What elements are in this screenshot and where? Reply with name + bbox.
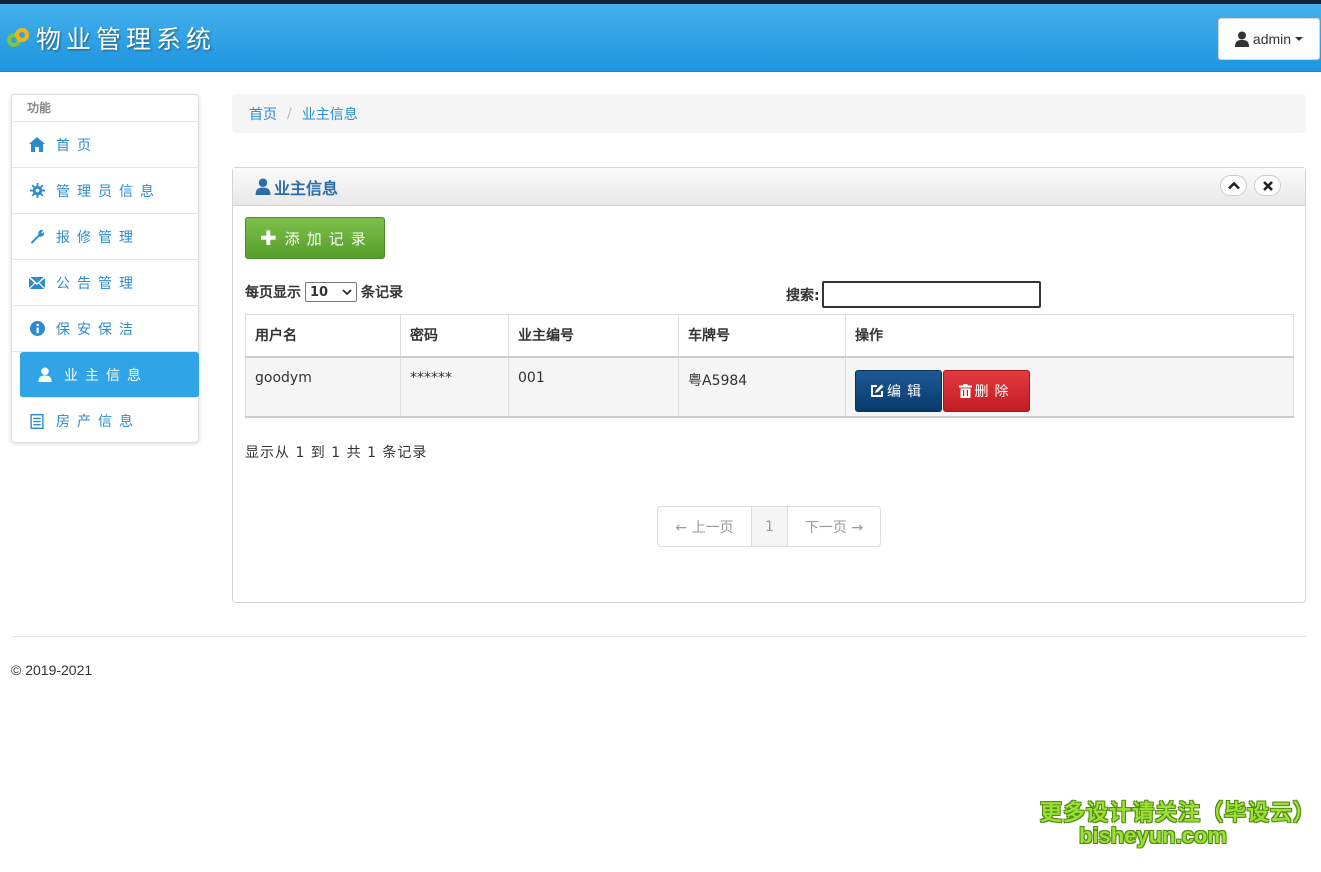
- cell-password: ******: [400, 356, 509, 418]
- pagination: ← 上一页 1 下一页 →: [657, 506, 881, 547]
- owner-panel: 业主信息 ✚ 添加记录 每页显示 10 条记录 搜索: 用户名 密码 业主编号 …: [232, 167, 1306, 603]
- page-number-button[interactable]: 1: [752, 507, 788, 546]
- cell-actions: 编辑 删除: [845, 356, 1294, 418]
- breadcrumb-separator: /: [287, 105, 292, 122]
- sidebar-item-repair[interactable]: 报修管理: [12, 214, 198, 260]
- sidebar-item-label: 管理员信息: [56, 183, 161, 200]
- cell-plate: 粤A5984: [678, 356, 846, 418]
- plus-icon: ✚: [260, 226, 277, 250]
- search-control: 搜索:: [786, 281, 1041, 308]
- sidebar-item-label: 房产信息: [56, 414, 140, 430]
- user-menu-button[interactable]: admin: [1218, 18, 1320, 60]
- user-icon: [1234, 31, 1249, 47]
- info-icon: [28, 320, 46, 338]
- sidebar-item-label: 公告管理: [56, 275, 140, 292]
- table-header-row: 用户名 密码 业主编号 车牌号 操作: [245, 314, 1294, 358]
- footer-divider: [11, 636, 1306, 637]
- brand[interactable]: 物业管理系统: [6, 20, 216, 56]
- close-button[interactable]: [1254, 175, 1281, 196]
- sidebar-item-label: 首页: [56, 137, 98, 154]
- page-length-value: 10: [310, 284, 329, 300]
- sidebar-item-home[interactable]: 首页: [12, 122, 198, 168]
- envelope-icon: [28, 274, 46, 292]
- column-header-username[interactable]: 用户名: [245, 314, 401, 358]
- panel-title-text: 业主信息: [274, 178, 339, 198]
- sidebar-header: 功能: [12, 95, 198, 122]
- app-title: 物业管理系统: [36, 25, 217, 54]
- search-input[interactable]: [821, 281, 1041, 308]
- user-name: admin: [1252, 31, 1292, 47]
- collapse-button[interactable]: [1220, 175, 1247, 196]
- close-icon: [1262, 180, 1273, 191]
- user-icon: [36, 366, 54, 384]
- column-header-plate[interactable]: 车牌号: [678, 314, 846, 358]
- breadcrumb: 首页 / 业主信息: [232, 94, 1306, 133]
- logo-icon: [6, 25, 32, 51]
- user-icon: [255, 178, 271, 195]
- panel-title: 业主信息: [255, 175, 338, 199]
- delete-label: 删除: [974, 383, 1015, 400]
- sidebar-item-property[interactable]: 房产信息: [12, 398, 198, 444]
- sidebar-item-security[interactable]: 保安保洁: [12, 306, 198, 352]
- search-label: 搜索:: [786, 287, 820, 304]
- sidebar-item-admin[interactable]: 管理员信息: [12, 168, 198, 214]
- edit-button[interactable]: 编辑: [855, 369, 942, 412]
- chevron-down-icon: [342, 288, 352, 295]
- sidebar-item-notice[interactable]: 公告管理: [12, 260, 198, 306]
- breadcrumb-current: 业主信息: [301, 106, 358, 123]
- trash-icon: [958, 383, 972, 398]
- sidebar-item-owner[interactable]: 业主信息: [20, 352, 199, 398]
- edit-icon: [871, 384, 884, 397]
- sidebar: 功能 首页 管理员信息 报修管理 公告管理 保安保洁 业主信息 房产信息: [11, 94, 199, 443]
- edit-label: 编辑: [887, 383, 927, 400]
- breadcrumb-home-link[interactable]: 首页: [249, 104, 277, 124]
- page-length-control: 每页显示 10 条记录: [245, 282, 403, 302]
- sidebar-item-label: 业主信息: [64, 367, 148, 384]
- sidebar-item-label: 保安保洁: [56, 321, 140, 338]
- page-length-select[interactable]: 10: [305, 282, 357, 302]
- watermark-line-2: bisheyun.com: [1079, 823, 1227, 848]
- add-record-label: 添加记录: [284, 229, 373, 248]
- panel-header: 业主信息: [233, 168, 1305, 206]
- table-row: goodym ****** 001 粤A5984 编辑 删除: [245, 356, 1294, 418]
- caret-down-icon: [1295, 37, 1304, 41]
- sidebar-item-label: 报修管理: [56, 229, 140, 246]
- cell-owner-no: 001: [508, 356, 679, 418]
- copyright: © 2019-2021: [11, 662, 93, 678]
- column-header-owner-no[interactable]: 业主编号: [508, 314, 679, 358]
- table-info: 显示从 1 到 1 共 1 条记录: [245, 445, 428, 461]
- page-length-prefix: 每页显示: [245, 285, 301, 301]
- list-icon: [28, 412, 46, 430]
- next-page-button[interactable]: 下一页 →: [788, 507, 880, 546]
- chevron-up-icon: [1227, 181, 1240, 190]
- column-header-password[interactable]: 密码: [400, 314, 509, 358]
- prev-page-button[interactable]: ← 上一页: [658, 507, 752, 546]
- gear-icon: [28, 182, 46, 200]
- delete-button[interactable]: 删除: [943, 369, 1030, 412]
- owner-table: 用户名 密码 业主编号 车牌号 操作 goodym ****** 001 粤A5…: [245, 314, 1294, 418]
- column-header-actions: 操作: [845, 314, 1294, 358]
- page-length-suffix: 条记录: [361, 285, 403, 301]
- add-record-button[interactable]: ✚ 添加记录: [245, 217, 385, 259]
- home-icon: [28, 136, 46, 154]
- wrench-icon: [28, 228, 46, 246]
- cell-username: goodym: [245, 356, 401, 418]
- navbar: 物业管理系统 admin: [0, 4, 1321, 72]
